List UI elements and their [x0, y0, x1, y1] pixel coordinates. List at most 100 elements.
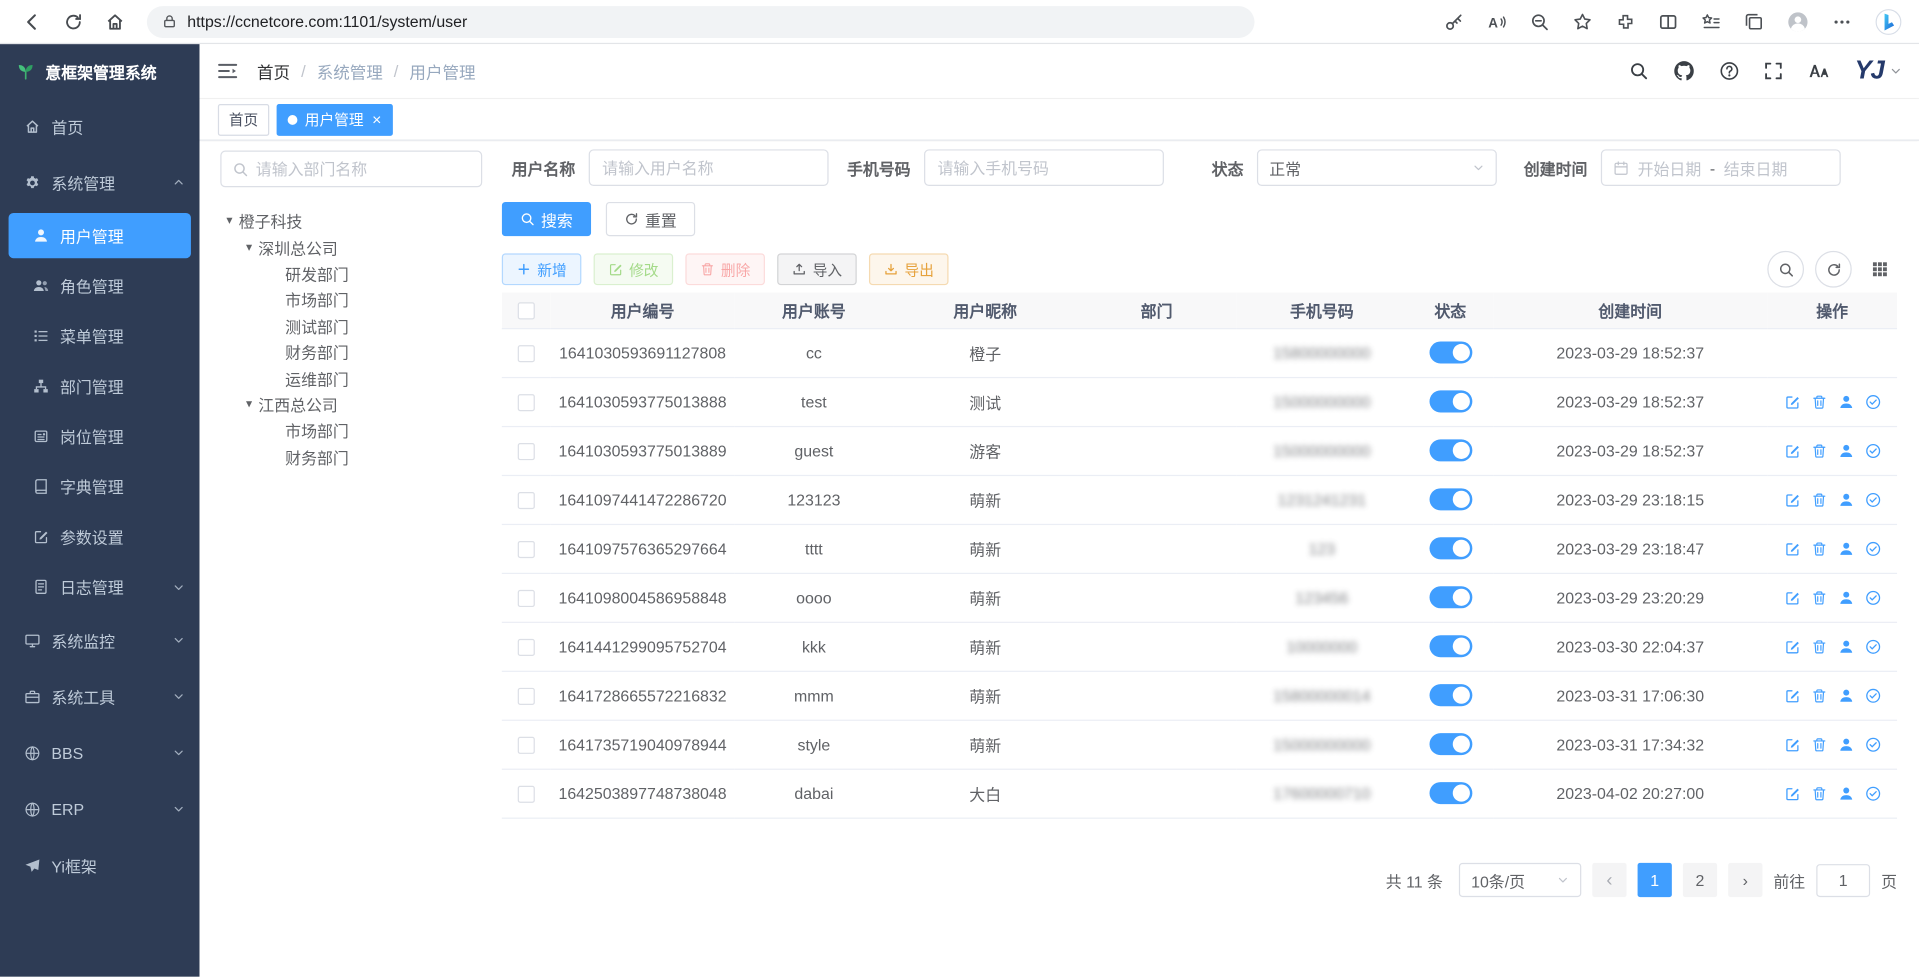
sidebar-item-erp[interactable]: ERP: [0, 781, 199, 837]
status-toggle[interactable]: [1429, 586, 1472, 608]
fullscreen-icon[interactable]: [1764, 61, 1784, 81]
page-size-select[interactable]: 10条/页: [1459, 863, 1581, 897]
user-avatar[interactable]: YJ: [1855, 56, 1902, 85]
next-page-button[interactable]: ›: [1728, 863, 1762, 897]
address-bar[interactable]: https://ccnetcore.com:1101/system/user: [147, 6, 1255, 38]
fold-sidebar-icon[interactable]: [217, 60, 239, 82]
row-checkbox[interactable]: [518, 394, 535, 411]
close-tab-icon[interactable]: ×: [372, 111, 381, 127]
sidebar-item-param-settings[interactable]: 参数设置: [0, 512, 199, 562]
refresh-table-button[interactable]: [1815, 251, 1852, 288]
status-toggle[interactable]: [1429, 733, 1472, 755]
sidebar-item-yi-framework[interactable]: Yi框架: [0, 837, 199, 893]
edit-icon[interactable]: [1784, 589, 1800, 605]
prev-page-button[interactable]: ‹: [1592, 863, 1626, 897]
row-checkbox[interactable]: [518, 737, 535, 754]
edit-icon[interactable]: [1784, 687, 1800, 703]
sidebar-item-system-monitor[interactable]: 系统监控: [0, 612, 199, 668]
tree-node[interactable]: 研发部门: [220, 260, 482, 286]
back-icon[interactable]: [22, 12, 42, 32]
read-aloud-icon[interactable]: A: [1487, 12, 1507, 32]
status-toggle[interactable]: [1429, 341, 1472, 363]
delete-icon[interactable]: [1811, 638, 1827, 654]
edit-icon[interactable]: [1784, 785, 1800, 801]
delete-button[interactable]: 删除: [685, 253, 765, 285]
column-settings-button[interactable]: [1863, 252, 1897, 286]
breadcrumb-home[interactable]: 首页: [257, 59, 290, 83]
home-icon[interactable]: [105, 12, 125, 32]
delete-icon[interactable]: [1811, 736, 1827, 752]
username-input[interactable]: [589, 149, 829, 186]
row-checkbox[interactable]: [518, 688, 535, 705]
breadcrumb-system[interactable]: 系统管理: [317, 59, 383, 83]
reset-password-icon[interactable]: [1838, 736, 1854, 752]
sidebar-item-role-management[interactable]: 角色管理: [0, 261, 199, 311]
profile-avatar-icon[interactable]: [1787, 10, 1809, 32]
tab-home[interactable]: 首页: [218, 103, 269, 135]
row-checkbox[interactable]: [518, 785, 535, 802]
edit-icon[interactable]: [1784, 540, 1800, 556]
reset-password-icon[interactable]: [1838, 589, 1854, 605]
sidebar-item-log-management[interactable]: 日志管理: [0, 562, 199, 612]
import-button[interactable]: 导入: [777, 253, 857, 285]
tree-node[interactable]: 市场部门: [220, 418, 482, 444]
phone-input[interactable]: [924, 149, 1164, 186]
assign-role-icon[interactable]: [1865, 540, 1881, 556]
tree-node[interactable]: 财务部门: [220, 339, 482, 365]
status-toggle[interactable]: [1429, 684, 1472, 706]
row-checkbox[interactable]: [518, 443, 535, 460]
status-toggle[interactable]: [1429, 635, 1472, 657]
reset-password-icon[interactable]: [1838, 638, 1854, 654]
assign-role-icon[interactable]: [1865, 491, 1881, 507]
edit-icon[interactable]: [1784, 491, 1800, 507]
reset-password-icon[interactable]: [1838, 785, 1854, 801]
status-select[interactable]: 正常: [1257, 149, 1497, 186]
reset-button[interactable]: 重置: [606, 202, 695, 236]
page-button-2[interactable]: 2: [1683, 863, 1717, 897]
assign-role-icon[interactable]: [1865, 638, 1881, 654]
add-button[interactable]: 新增: [502, 253, 582, 285]
github-icon[interactable]: [1673, 60, 1695, 82]
delete-icon[interactable]: [1811, 687, 1827, 703]
favorites-add-icon[interactable]: [1573, 12, 1593, 32]
status-toggle[interactable]: [1429, 439, 1472, 461]
breadcrumb-user[interactable]: 用户管理: [409, 59, 475, 83]
header-search-icon[interactable]: [1629, 61, 1649, 81]
date-range-picker[interactable]: 开始日期 - 结束日期: [1601, 149, 1841, 186]
copilot-bing-icon[interactable]: [1875, 8, 1902, 35]
settings-more-icon[interactable]: [1832, 12, 1852, 32]
row-checkbox[interactable]: [518, 639, 535, 656]
status-toggle[interactable]: [1429, 537, 1472, 559]
delete-icon[interactable]: [1811, 393, 1827, 409]
search-button[interactable]: 搜索: [502, 202, 591, 236]
edit-icon[interactable]: [1784, 393, 1800, 409]
select-all-checkbox[interactable]: [518, 302, 535, 319]
tree-node[interactable]: ▾橙子科技: [220, 208, 482, 234]
extensions-icon[interactable]: [1616, 12, 1636, 32]
tree-node[interactable]: 运维部门: [220, 365, 482, 391]
tab-user-management[interactable]: 用户管理 ×: [277, 103, 393, 135]
toggle-search-button[interactable]: [1767, 251, 1804, 288]
password-key-icon[interactable]: [1444, 12, 1464, 32]
font-size-icon[interactable]: [1808, 60, 1830, 82]
tree-node[interactable]: ▾深圳总公司: [220, 234, 482, 260]
assign-role-icon[interactable]: [1865, 736, 1881, 752]
edit-icon[interactable]: [1784, 442, 1800, 458]
delete-icon[interactable]: [1811, 589, 1827, 605]
assign-role-icon[interactable]: [1865, 589, 1881, 605]
delete-icon[interactable]: [1811, 785, 1827, 801]
row-checkbox[interactable]: [518, 590, 535, 607]
assign-role-icon[interactable]: [1865, 442, 1881, 458]
sidebar-item-system-management[interactable]: 系统管理: [0, 154, 199, 210]
tree-node[interactable]: 财务部门: [220, 444, 482, 470]
sidebar-item-bbs[interactable]: BBS: [0, 725, 199, 781]
help-icon[interactable]: [1720, 61, 1740, 81]
department-search-input[interactable]: [256, 160, 470, 178]
assign-role-icon[interactable]: [1865, 393, 1881, 409]
page-button-1[interactable]: 1: [1638, 863, 1672, 897]
split-screen-icon[interactable]: [1658, 12, 1678, 32]
reset-password-icon[interactable]: [1838, 393, 1854, 409]
tree-node[interactable]: 市场部门: [220, 287, 482, 313]
zoom-icon[interactable]: [1530, 12, 1550, 32]
status-toggle[interactable]: [1429, 782, 1472, 804]
